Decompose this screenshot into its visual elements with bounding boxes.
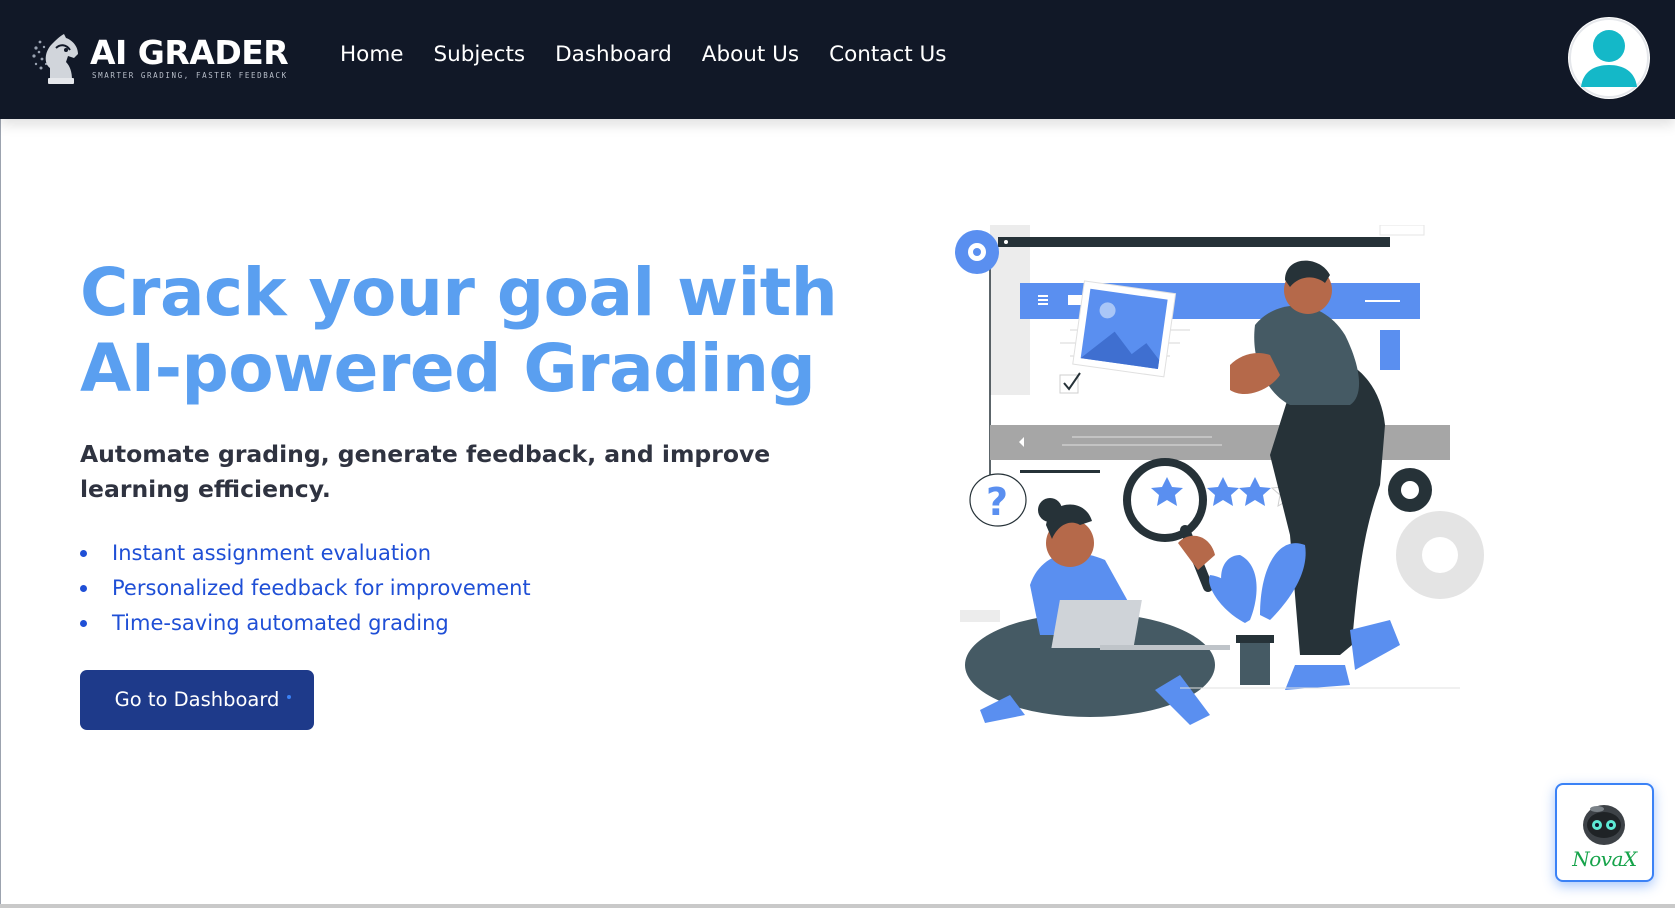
nav-dashboard[interactable]: Dashboard — [555, 42, 672, 67]
hero-subtitle: Automate grading, generate feedback, and… — [80, 440, 771, 503]
logo-title: AI GRADER — [90, 33, 289, 72]
hero-title-line-1: Crack your goal with — [80, 254, 838, 331]
feature-item: Time-saving automated grading — [80, 606, 531, 641]
feature-list: Instant assignment evaluation Personaliz… — [80, 536, 531, 641]
nav-home[interactable]: Home — [340, 42, 404, 67]
nav-about-us[interactable]: About Us — [702, 42, 799, 67]
cta-indicator-dot — [287, 695, 291, 699]
cta-label: Go to Dashboard — [114, 688, 280, 711]
bullet-icon — [80, 550, 87, 557]
bullet-icon — [80, 585, 87, 592]
page-left-border — [0, 119, 1, 908]
feature-text: Time-saving automated grading — [112, 611, 449, 635]
knight-logo-icon — [32, 34, 78, 84]
bullet-icon — [80, 620, 87, 627]
main-nav: Home Subjects Dashboard About Us Contact… — [340, 42, 947, 67]
logo-tagline: SMARTER GRADING, FASTER FEEDBACK — [92, 71, 288, 80]
svg-text:?: ? — [986, 480, 1008, 524]
app-logo[interactable]: AI GRADER SMARTER GRADING, FASTER FEEDBA… — [30, 28, 289, 88]
go-to-dashboard-button[interactable]: Go to Dashboard — [80, 670, 314, 730]
chat-widget-label: NovaX — [1572, 847, 1637, 871]
novax-chat-button[interactable]: NovaX — [1555, 783, 1654, 882]
feature-item: Instant assignment evaluation — [80, 536, 531, 571]
nav-contact-us[interactable]: Contact Us — [829, 42, 946, 67]
feature-text: Instant assignment evaluation — [112, 541, 432, 565]
feature-item: Personalized feedback for improvement — [80, 571, 531, 606]
nav-subjects[interactable]: Subjects — [434, 42, 526, 67]
user-icon — [1569, 18, 1649, 98]
feature-text: Personalized feedback for improvement — [112, 576, 531, 600]
hero-title: Crack your goal with AI-powered Grading — [80, 255, 840, 407]
page-bottom-border — [0, 904, 1675, 908]
hero-illustration: ? — [955, 225, 1484, 725]
top-navbar: AI GRADER SMARTER GRADING, FASTER FEEDBA… — [0, 0, 1675, 119]
hero-title-line-2: AI-powered Grading — [80, 330, 816, 407]
user-avatar-button[interactable] — [1568, 17, 1650, 99]
